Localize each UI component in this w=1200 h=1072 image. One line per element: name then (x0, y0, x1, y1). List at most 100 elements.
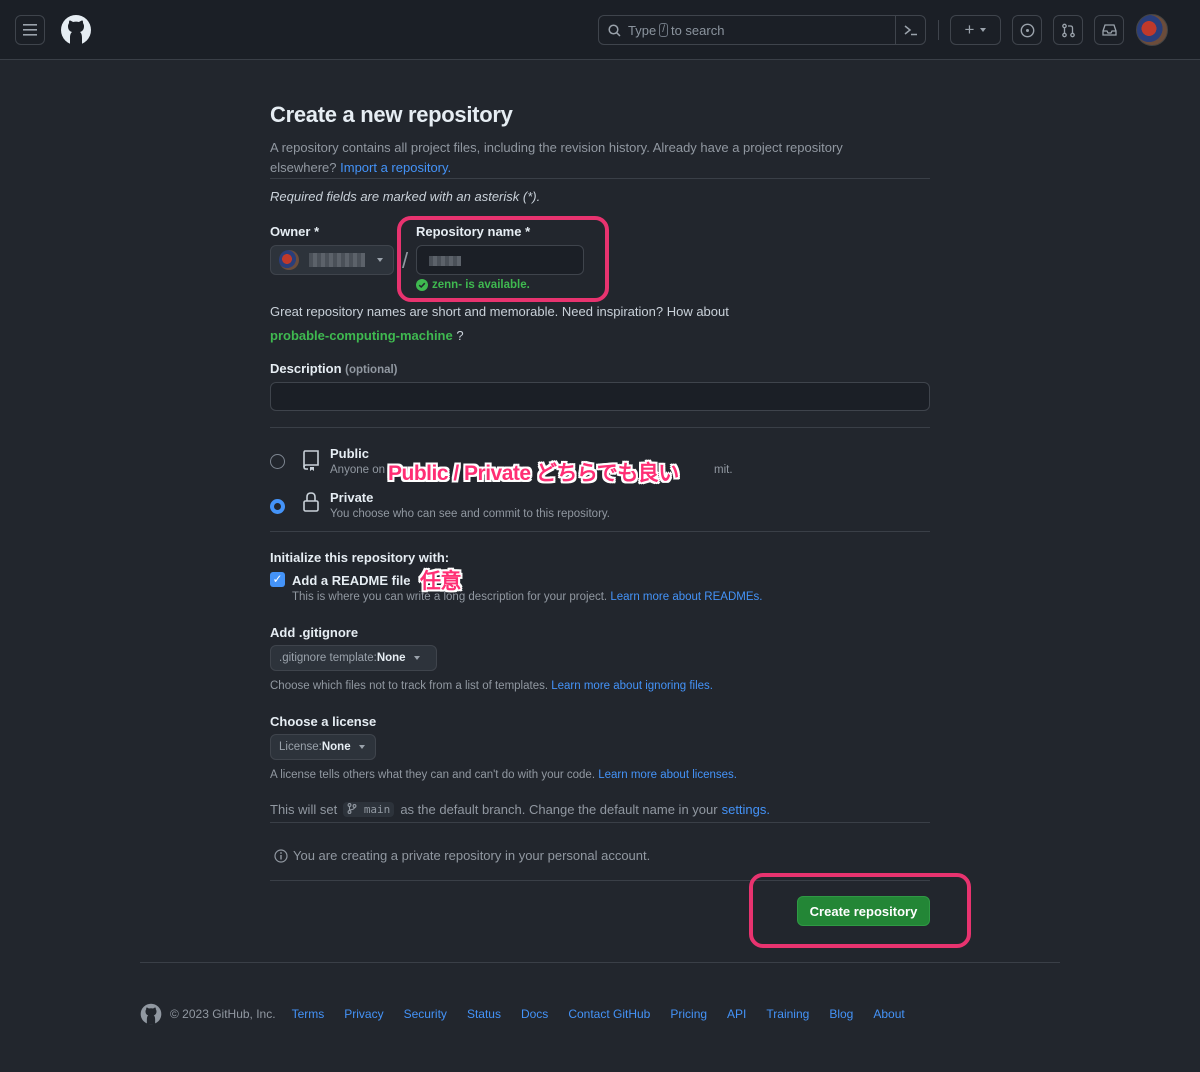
inbox-button[interactable] (1094, 15, 1124, 45)
owner-name-redacted (309, 253, 365, 267)
footer-link-api[interactable]: API (727, 1007, 746, 1021)
import-repository-link[interactable]: Import a repository. (340, 160, 451, 175)
license-select[interactable]: License: None (270, 734, 376, 760)
license-description: A license tells others what they can and… (270, 769, 737, 781)
terminal-icon (904, 25, 917, 36)
footer-divider (140, 962, 1060, 963)
menu-button[interactable] (15, 15, 45, 45)
search-icon (608, 23, 621, 37)
plus-icon: + (964, 20, 975, 39)
chevron-down-icon (377, 258, 383, 262)
suggested-name-link[interactable]: probable-computing-machine (270, 328, 453, 343)
footer-link-pricing[interactable]: Pricing (670, 1007, 707, 1021)
gitignore-learn-more-link[interactable]: Learn more about ignoring files. (551, 680, 713, 692)
public-radio[interactable] (270, 454, 285, 469)
private-radio[interactable] (270, 499, 285, 514)
divider (270, 822, 930, 823)
create-new-dropdown[interactable]: + (950, 15, 1001, 45)
readme-checkbox[interactable]: ✓ (270, 572, 285, 587)
divider (270, 178, 930, 179)
gitignore-description-text: Choose which files not to track from a l… (270, 680, 549, 692)
footer: © 2023 GitHub, Inc. Terms Privacy Securi… (140, 1003, 925, 1025)
issues-button[interactable] (1012, 15, 1042, 45)
description-optional: (optional) (345, 364, 398, 376)
readme-description-text: This is where you can write a long descr… (292, 591, 608, 603)
footer-link-about[interactable]: About (873, 1007, 904, 1021)
gitignore-value: None (376, 652, 406, 664)
description-label-text: Description (270, 361, 342, 376)
owner-label: Owner * (270, 224, 320, 239)
header-divider (938, 20, 939, 40)
public-description-start: Anyone on (330, 464, 385, 476)
command-palette-button[interactable] (895, 16, 925, 44)
footer-link-privacy[interactable]: Privacy (344, 1007, 383, 1021)
branch-text-start: This will set (270, 802, 338, 817)
readme-learn-more-link[interactable]: Learn more about READMEs. (610, 591, 762, 603)
github-logo-icon[interactable] (60, 14, 92, 46)
footer-link-blog[interactable]: Blog (829, 1007, 853, 1021)
pull-requests-button[interactable] (1053, 15, 1083, 45)
chevron-down-icon (358, 745, 365, 749)
private-notice-text: You are creating a private repository in… (293, 848, 651, 863)
footer-link-docs[interactable]: Docs (521, 1007, 548, 1021)
divider (270, 531, 930, 532)
footer-link-security[interactable]: Security (404, 1007, 447, 1021)
branch-name: main (363, 803, 391, 816)
footer-link-status[interactable]: Status (467, 1007, 501, 1021)
required-note: Required fields are marked with an aster… (270, 189, 541, 204)
license-label: Choose a license (270, 714, 377, 729)
search-placeholder-type: Type (628, 22, 657, 38)
suggestion-end: ? (456, 328, 464, 343)
chevron-down-icon (413, 656, 420, 660)
branch-badge: main (343, 802, 395, 817)
owner-avatar (279, 250, 299, 270)
annotation-visibility-note: Public / Private どちらでも良い (388, 462, 679, 485)
page-title: Create a new repository (270, 102, 513, 127)
license-prefix: License: (279, 741, 322, 753)
repo-icon (303, 450, 319, 471)
description-label: Description (optional) (270, 361, 398, 376)
footer-link-training[interactable]: Training (766, 1007, 809, 1021)
name-suggestion-text: Great repository names are short and mem… (270, 304, 729, 319)
footer-copyright: © 2023 GitHub, Inc. (170, 1007, 276, 1021)
annotation-highlight-repo-name (397, 216, 609, 302)
chevron-down-icon (980, 28, 987, 32)
description-input[interactable] (270, 382, 930, 411)
gitignore-select[interactable]: .gitignore template: None (270, 645, 437, 671)
initialize-label: Initialize this repository with: (270, 550, 450, 565)
pull-request-icon (1061, 23, 1075, 37)
public-title: Public (330, 446, 370, 461)
readme-label: Add a README file (292, 573, 411, 588)
github-logo-icon[interactable] (140, 1003, 162, 1025)
license-learn-more-link[interactable]: Learn more about licenses. (598, 769, 737, 781)
user-avatar[interactable] (1136, 14, 1168, 46)
hamburger-icon (23, 24, 37, 36)
search-slash-key: / (659, 23, 668, 37)
name-suggestion: probable-computing-machine ? (270, 328, 464, 343)
readme-description: This is where you can write a long descr… (292, 591, 762, 603)
owner-select[interactable] (270, 245, 394, 275)
issue-icon (1020, 23, 1034, 37)
divider (270, 427, 930, 428)
gitignore-prefix: .gitignore template: (279, 652, 377, 664)
inbox-icon (1101, 24, 1117, 36)
global-header: Type / to search + (0, 0, 1200, 60)
private-notice: You are creating a private repository in… (274, 848, 650, 863)
public-description-end: mit. (714, 464, 733, 476)
private-title: Private (330, 490, 374, 505)
git-branch-icon (347, 803, 357, 814)
footer-link-contact[interactable]: Contact GitHub (568, 1007, 650, 1021)
private-description: You choose who can see and commit to thi… (330, 508, 610, 520)
page-intro: A repository contains all project files,… (270, 138, 910, 178)
search-input[interactable]: Type / to search (598, 15, 926, 45)
gitignore-description: Choose which files not to track from a l… (270, 680, 713, 692)
lock-icon (303, 492, 319, 512)
info-icon (274, 848, 288, 863)
footer-link-terms[interactable]: Terms (292, 1007, 325, 1021)
search-placeholder-rest: to search (670, 22, 725, 38)
gitignore-label: Add .gitignore (270, 625, 359, 640)
license-value: None (321, 741, 351, 753)
annotation-highlight-create-button (749, 873, 971, 948)
settings-link[interactable]: settings. (722, 802, 770, 817)
branch-text-end: as the default branch. Change the defaul… (400, 802, 718, 817)
